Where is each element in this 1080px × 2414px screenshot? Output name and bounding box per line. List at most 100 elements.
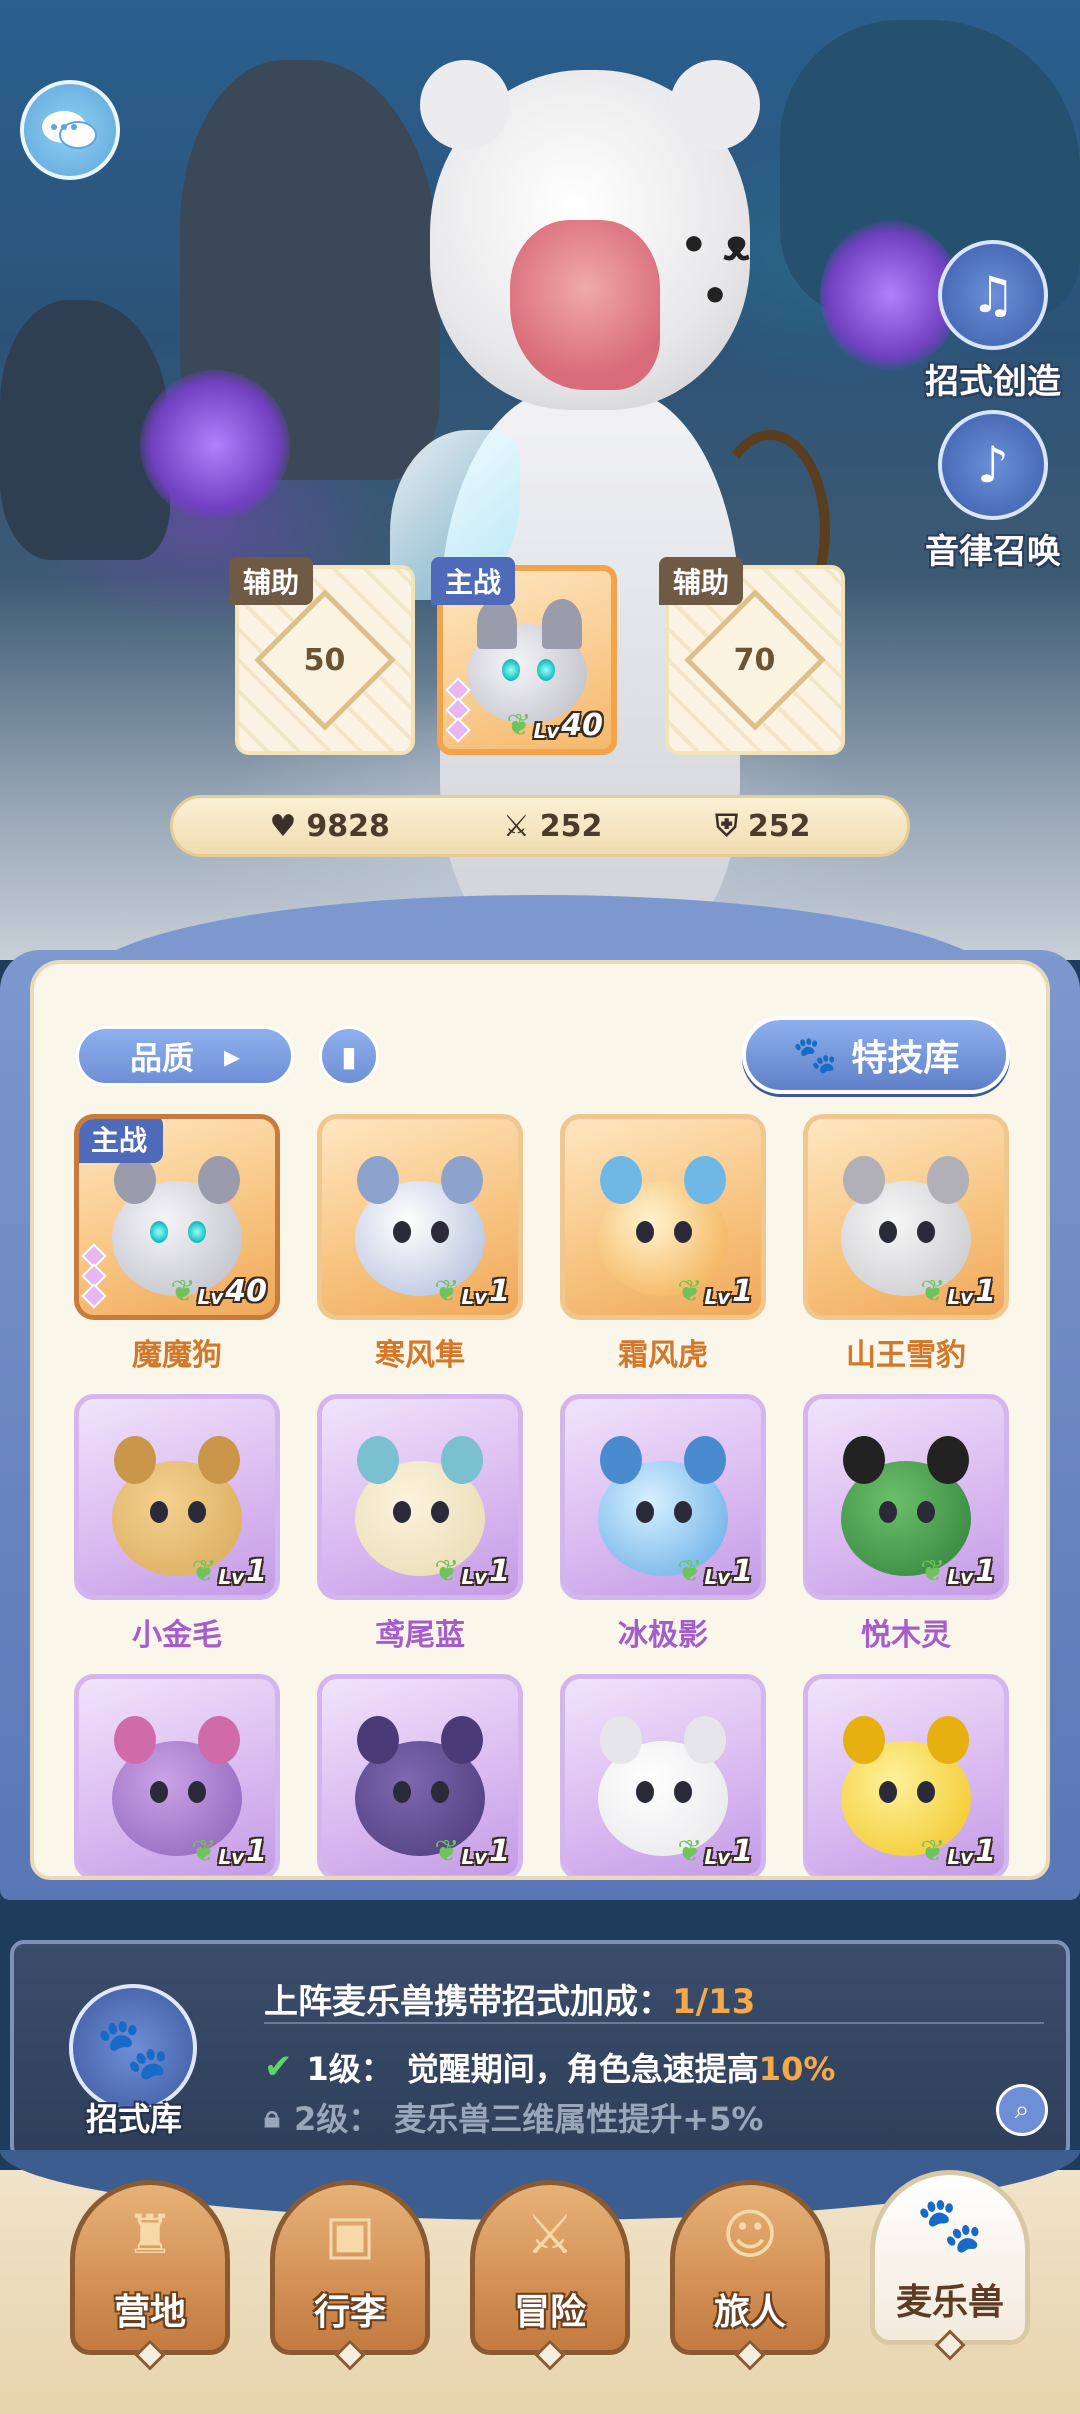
- level-badge: ❦ Lv 40: [506, 708, 603, 743]
- level-badge: ❦ Lv 1: [677, 1554, 753, 1589]
- attack-stat: ⚔ 252: [502, 808, 603, 844]
- pet-cell[interactable]: ❦ Lv 1 悦木灵: [803, 1394, 1009, 1653]
- move-creation-label: 招式创造: [925, 362, 1061, 402]
- level-badge: ❦ Lv 1: [191, 1834, 267, 1869]
- pet-card[interactable]: ❦ Lv 1: [560, 1394, 766, 1600]
- handbook-button[interactable]: ▮: [319, 1026, 379, 1086]
- pet-card[interactable]: ❦ Lv 1: [803, 1394, 1009, 1600]
- unlock-level: 50: [304, 642, 346, 678]
- chain-lock-icon: 50: [254, 589, 396, 731]
- chain-lock-icon: 70: [684, 589, 826, 731]
- level-badge: ❦ Lv 1: [920, 1274, 996, 1309]
- move-library-label: 招式库: [85, 2100, 182, 2138]
- pet-name: 小金毛: [132, 1618, 222, 1653]
- crystal-plant: [140, 370, 290, 520]
- hood-ear: [670, 60, 760, 150]
- skill-library-button[interactable]: 🐾 特技库: [742, 1016, 1010, 1094]
- hood-ear: [420, 60, 510, 150]
- pet-cell[interactable]: ❦ Lv 1 寒风隼: [317, 1114, 523, 1373]
- quality-filter-label: 品质: [129, 1039, 194, 1077]
- level-badge: ❦ Lv 1: [434, 1554, 510, 1589]
- support-slot-left[interactable]: 50 辅助: [229, 557, 415, 755]
- pet-name: 冰极影: [618, 1618, 708, 1653]
- pet-card[interactable]: 主战 ❦ Lv 40: [74, 1114, 280, 1320]
- sprout-icon: ❦: [920, 1274, 946, 1309]
- melody-summon-label: 音律召唤: [925, 532, 1061, 572]
- pet-cell[interactable]: ❦ Lv 1: [317, 1674, 523, 1876]
- pet-cell[interactable]: ❦ Lv 1 冰极影: [560, 1394, 766, 1653]
- slot-tag: 主战: [431, 557, 516, 605]
- pet-card[interactable]: ❦ Lv 1: [803, 1674, 1009, 1876]
- pet-icon: 🐾: [916, 2193, 984, 2256]
- level-badge: ❦ Lv 1: [434, 1834, 510, 1869]
- avatar-bear-hood: • ᴥ •: [420, 60, 760, 410]
- sprout-icon: ❦: [920, 1834, 946, 1869]
- check-icon: ✔: [264, 2047, 293, 2087]
- pet-cell[interactable]: 主战 ❦ Lv 40 魔魔狗: [74, 1114, 280, 1373]
- melody-summon-button[interactable]: ♪ 音律召唤: [918, 410, 1068, 573]
- pet-card[interactable]: ❦ Lv 1: [560, 1674, 766, 1876]
- move-creation-button[interactable]: ♫ 招式创造: [918, 240, 1068, 403]
- paw-shield-icon: 🐾: [95, 2013, 171, 2084]
- pet-name: 鸢尾蓝: [375, 1618, 465, 1653]
- pet-cell[interactable]: ❦ Lv 1 霜风虎: [560, 1114, 766, 1373]
- pet-cell[interactable]: ❦ Lv 1 小金毛: [74, 1394, 280, 1653]
- level-badge: ❦ Lv 1: [677, 1274, 753, 1309]
- pet-cell[interactable]: ❦ Lv 1 山王雪豹: [803, 1114, 1009, 1373]
- level-badge: ❦ Lv 1: [920, 1834, 996, 1869]
- pet-name: 魔魔狗: [132, 1338, 222, 1373]
- caret-right-icon: ▸: [223, 1037, 241, 1075]
- pet-card[interactable]: ❦ Lv 1: [317, 1114, 523, 1320]
- level-badge: ❦ Lv 1: [677, 1834, 753, 1869]
- pet-cell[interactable]: ❦ Lv 1: [74, 1674, 280, 1876]
- pet-name: 山王雪豹: [846, 1338, 966, 1373]
- nav-luggage[interactable]: ▣ 行李: [270, 2180, 430, 2371]
- nav-pets[interactable]: 🐾 麦乐兽: [870, 2170, 1030, 2361]
- nav-marker: [934, 2329, 966, 2361]
- sprout-icon: ❦: [434, 1834, 460, 1869]
- sprout-icon: ❦: [434, 1554, 460, 1589]
- chat-bubble-icon: [42, 111, 97, 149]
- lyre-icon: ♪: [938, 410, 1048, 520]
- pet-cell[interactable]: ❦ Lv 1: [560, 1674, 766, 1876]
- castle-icon: ♜: [125, 2203, 175, 2266]
- chat-button[interactable]: [20, 80, 120, 180]
- support-slot-right[interactable]: 70 辅助: [659, 557, 845, 755]
- nav-traveler[interactable]: ☺ 旅人: [670, 2180, 830, 2371]
- main-slot[interactable]: ❦ Lv 40 主战: [431, 557, 617, 755]
- pet-cell[interactable]: ❦ Lv 1 鸢尾蓝: [317, 1394, 523, 1653]
- avatar-face: [510, 220, 660, 390]
- crossed-swords-icon: ⚔: [502, 808, 530, 844]
- pet-card[interactable]: ❦ Lv 1: [74, 1674, 280, 1876]
- stats-bar: ♥ 9828 ⚔ 252 ⛨ 252: [170, 795, 910, 857]
- sprout-icon: ❦: [677, 1834, 703, 1869]
- bonus-level-2: 🔒︎ 2级： 麦乐兽三维属性提升+5%: [264, 2099, 764, 2139]
- pet-card[interactable]: ❦ Lv 1: [317, 1674, 523, 1876]
- bottom-nav: ♜ 营地 ▣ 行李 ⚔ 冒险 ☺ 旅人 🐾 麦乐兽: [70, 2170, 1030, 2371]
- level-badge: ❦ Lv 40: [170, 1274, 267, 1309]
- pet-card[interactable]: ❦ Lv 1: [317, 1394, 523, 1600]
- skill-bonus-panel: 🐾 招式库 上阵麦乐兽携带招式加成：1/13 ✔ 1级： 觉醒期间，角色急速提高…: [10, 1940, 1070, 2160]
- pet-card[interactable]: ❦ Lv 1: [803, 1114, 1009, 1320]
- pet-name: 寒风隼: [375, 1338, 465, 1373]
- nav-adventure[interactable]: ⚔ 冒险: [470, 2180, 630, 2371]
- pet-cell[interactable]: ❦ Lv 1: [803, 1674, 1009, 1876]
- pet-name: 悦木灵: [861, 1618, 951, 1653]
- pet-grid: 主战 ❦ Lv 40 魔魔狗 ❦ Lv 1 寒风隼 ❦ Lv 1 霜风虎 ❦ L…: [74, 1114, 1024, 1876]
- bonus-title: 上阵麦乐兽携带招式加成：1/13: [264, 1982, 756, 2022]
- magnify-icon: ⌕: [1014, 2094, 1030, 2125]
- pet-card[interactable]: ❦ Lv 1: [74, 1394, 280, 1600]
- main-battle-tag: 主战: [79, 1119, 164, 1163]
- pet-card[interactable]: ❦ Lv 1: [560, 1114, 766, 1320]
- level-badge: ❦ Lv 1: [920, 1554, 996, 1589]
- sprout-icon: ❦: [677, 1554, 703, 1589]
- hp-stat: ♥ 9828: [269, 808, 390, 844]
- star-rank: [81, 1243, 107, 1309]
- unlock-level: 70: [734, 642, 776, 678]
- move-library-button[interactable]: 🐾: [69, 1984, 197, 2112]
- lock-icon: 🔒︎: [264, 2099, 280, 2135]
- swords-icon: ⚔: [525, 2203, 575, 2266]
- nav-camp[interactable]: ♜ 营地: [70, 2180, 230, 2371]
- quality-filter-button[interactable]: 品质 ▸: [76, 1026, 294, 1086]
- magnify-button[interactable]: ⌕: [996, 2084, 1048, 2136]
